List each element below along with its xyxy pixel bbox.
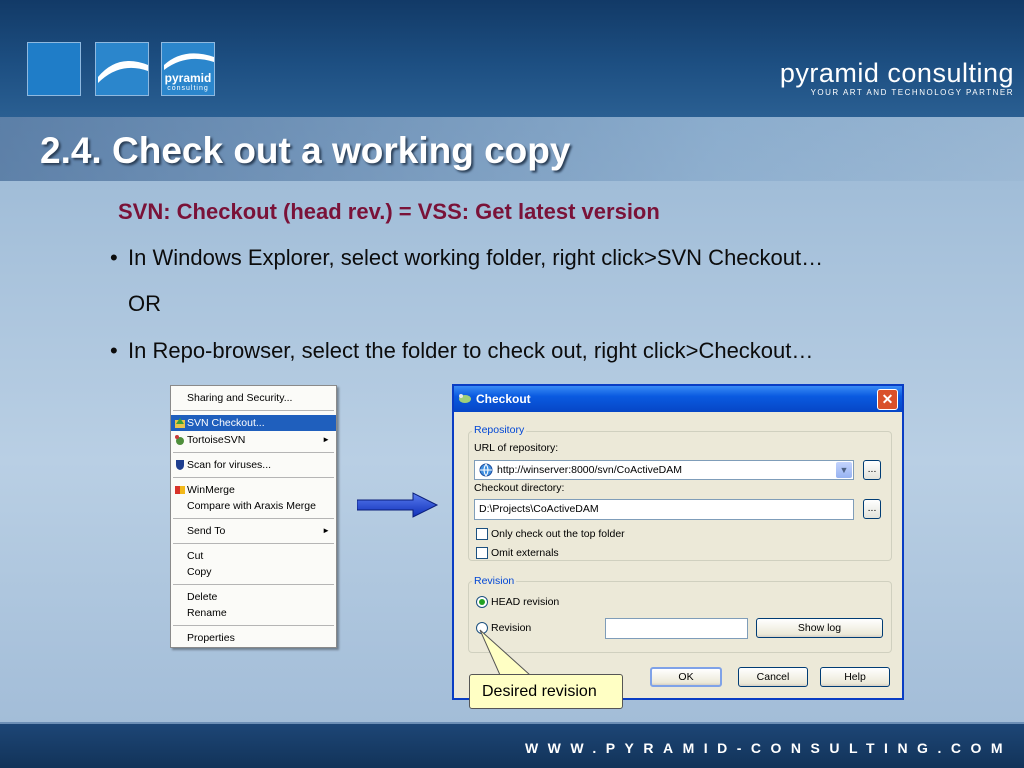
tortoisesvn-icon [175,435,184,445]
omit-externals-label: Omit externals [491,547,559,559]
menu-separator [173,410,334,411]
bullet-marker: • [110,338,118,363]
menu-item-rename[interactable]: Rename [171,605,336,621]
menu-item-copy[interactable]: Copy [171,564,336,580]
logo-swoosh-icon [98,61,148,83]
winmerge-icon [175,486,185,494]
bullet-2: • In Repo-browser, select the folder to c… [110,338,990,364]
logo-subtext: consulting [167,85,209,92]
menu-item-label: Cut [187,550,204,562]
menu-item-winmerge[interactable]: WinMerge [171,482,336,498]
brand-name: pyramid consulting [779,58,1014,88]
logo-text: pyramid [164,71,212,85]
tortoisesvn-icon [459,394,471,403]
brand-tagline: YOUR ART AND TECHNOLOGY PARTNER [810,88,1014,97]
dialog-titlebar[interactable]: Checkout ✕ [454,386,902,412]
bullet-marker: • [110,245,118,270]
menu-separator [173,452,334,453]
menu-item-label: Copy [187,566,212,578]
shield-icon [176,460,184,470]
menu-item-label: Delete [187,591,218,603]
checkout-dir-label: Checkout directory: [474,482,565,494]
menu-item-label: Send To [187,525,226,537]
brand: pyramid consulting YOUR ART AND TECHNOLO… [764,58,1014,97]
chevron-down-icon[interactable]: ▼ [836,462,852,478]
slide-title: 2.4. Check out a working copy [40,130,571,171]
menu-item-label: Rename [187,607,227,619]
url-value: http://winserver:8000/svn/CoActiveDAM [497,464,682,476]
menu-item-properties[interactable]: Properties [171,630,336,646]
menu-separator [173,543,334,544]
desired-revision-callout: Desired revision [469,674,623,709]
menu-item-sharing[interactable]: Sharing and Security... [171,390,336,406]
url-label: URL of repository: [474,442,559,454]
revision-group-label: Revision [472,575,517,587]
menu-item-svn-checkout[interactable]: SVN Checkout... [171,415,336,431]
menu-separator [173,584,334,585]
menu-item-scan-viruses[interactable]: Scan for viruses... [171,457,336,473]
repository-group-label: Repository [472,424,527,436]
menu-item-label: SVN Checkout... [187,417,265,429]
menu-item-araxis[interactable]: Compare with Araxis Merge [171,498,336,514]
logo-square-2 [95,42,149,96]
header-band: pyramid consulting pyramid consulting YO… [0,0,1024,117]
context-menu: Sharing and Security... SVN Checkout... … [170,385,337,648]
menu-separator [173,518,334,519]
menu-separator [173,625,334,626]
url-combobox[interactable]: http://winserver:8000/svn/CoActiveDAM ▼ [474,460,854,480]
svn-checkout-icon [175,418,185,428]
menu-item-label: Properties [187,632,235,644]
menu-item-label: TortoiseSVN [187,434,246,446]
menu-item-send-to[interactable]: Send To ► [171,523,336,539]
ok-button[interactable]: OK [650,667,722,687]
menu-separator [173,477,334,478]
globe-icon [479,463,493,477]
menu-item-cut[interactable]: Cut [171,548,336,564]
submenu-arrow-icon: ► [322,435,330,444]
menu-item-label: Compare with Araxis Merge [187,500,316,512]
only-top-folder-checkbox[interactable] [476,528,488,540]
menu-item-tortoisesvn[interactable]: TortoiseSVN ► [171,432,336,448]
close-button[interactable]: ✕ [877,389,898,410]
slide-subtitle: SVN: Checkout (head rev.) = VSS: Get lat… [118,199,660,224]
browse-url-button[interactable]: ... [863,460,881,480]
head-revision-radio[interactable] [476,596,488,608]
cancel-button[interactable]: Cancel [738,667,808,687]
help-button[interactable]: Help [820,667,890,687]
head-revision-label: HEAD revision [491,596,560,608]
pyramid-logo: pyramid consulting [161,42,215,96]
checkout-dir-input[interactable]: D:\Projects\CoActiveDAM [474,499,854,520]
revision-input[interactable] [605,618,748,639]
or-text: OR [128,291,161,316]
right-arrow-icon [357,492,439,518]
footer-url: WWW.PYRAMID-CONSULTING.COM [524,740,1012,756]
show-log-button[interactable]: Show log [756,618,883,638]
menu-item-delete[interactable]: Delete [171,589,336,605]
bullet-1-text: In Windows Explorer, select working fold… [128,245,824,270]
bullet-1: • In Windows Explorer, select working fol… [110,245,990,271]
only-top-folder-label: Only check out the top folder [491,528,625,540]
browse-dir-button[interactable]: ... [863,499,881,519]
footer-band: WWW.PYRAMID-CONSULTING.COM [0,722,1024,768]
menu-item-label: Sharing and Security... [187,392,293,404]
submenu-arrow-icon: ► [322,526,330,535]
menu-item-label: WinMerge [187,484,235,496]
bullet-2-text: In Repo-browser, select the folder to ch… [128,338,814,363]
logo-square-1 [27,42,81,96]
menu-item-label: Scan for viruses... [187,459,272,471]
dialog-title: Checkout [476,392,531,406]
omit-externals-checkbox[interactable] [476,547,488,559]
callout-pointer-icon [479,629,532,676]
